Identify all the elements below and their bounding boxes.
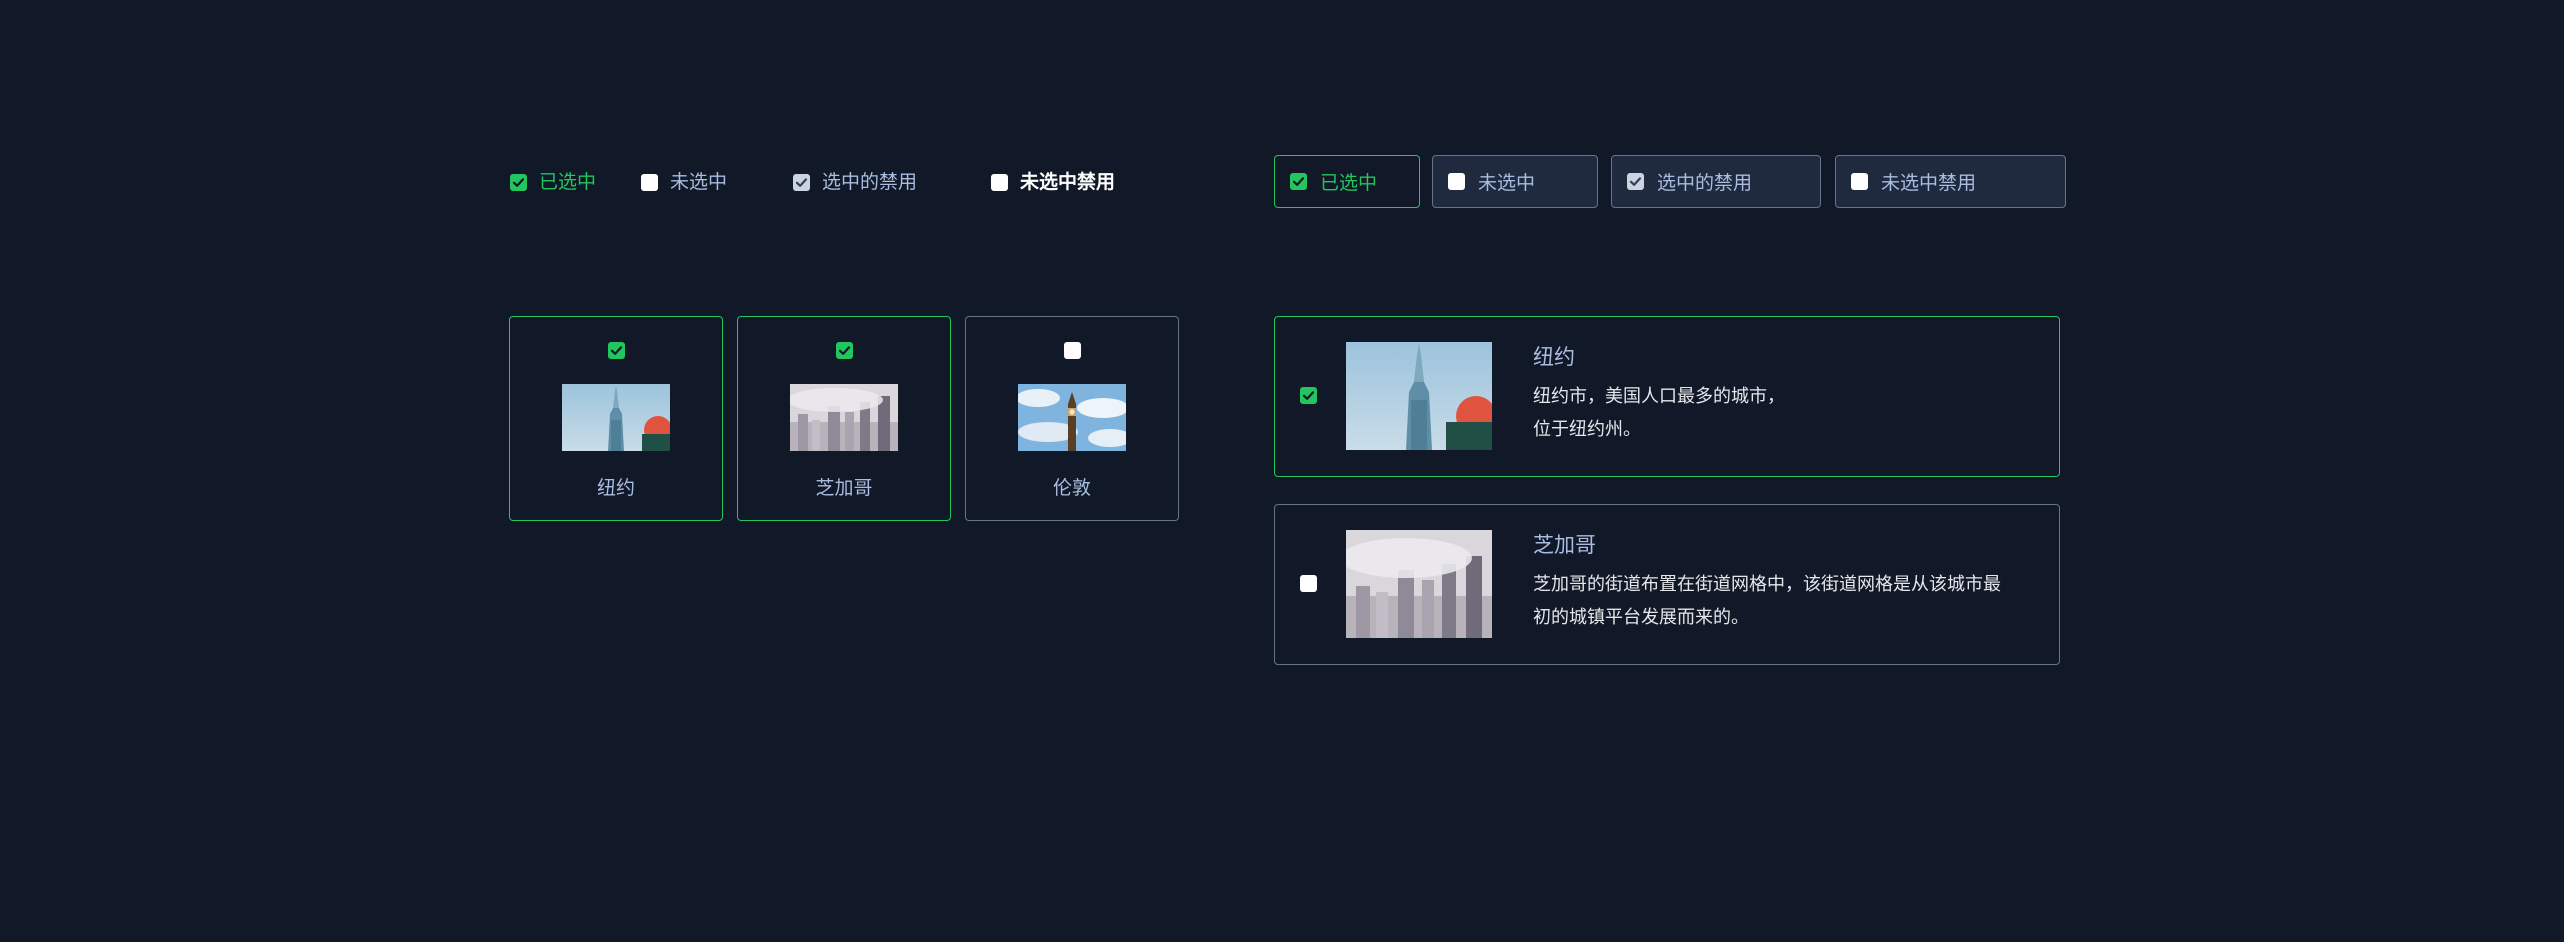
checkbox-unchecked-icon[interactable] <box>1448 173 1465 190</box>
checkbox-checked-icon[interactable] <box>608 342 625 359</box>
list-card-chicago[interactable]: 芝加哥 芝加哥的街道布置在街道网格中，该街道网格是从该城市最 初的城镇平台发展而… <box>1274 504 2060 665</box>
checkbox-label: 未选中禁用 <box>1881 172 1977 194</box>
description-line: 纽约市，美国人口最多的城市， <box>1533 386 1785 407</box>
london-photo <box>1018 384 1126 451</box>
checkbox-checked-disabled: 选中的禁用 <box>793 172 917 192</box>
list-card-title: 纽约 <box>1533 345 1575 369</box>
checkbox-checked-icon[interactable] <box>510 173 527 191</box>
checkbox-demo-page: 已选中 未选中 选中的禁用 未选中禁用 已选中 未选中 选中的禁用 未选中禁用 <box>0 0 2564 942</box>
bordered-checkbox-unchecked-disabled: 未选中禁用 <box>1835 155 2066 208</box>
list-card-title: 芝加哥 <box>1533 533 1596 557</box>
checkbox-checked-disabled-icon <box>793 173 810 191</box>
description-line: 初的城镇平台发展而来的。 <box>1533 607 1749 628</box>
image-card-label: 芝加哥 <box>815 477 873 499</box>
bordered-checkbox-unchecked[interactable]: 未选中 <box>1432 155 1598 208</box>
checkbox-label: 未选中 <box>1478 172 1536 194</box>
image-card-label: 伦敦 <box>1052 477 1091 499</box>
description-line: 位于纽约州。 <box>1533 419 1641 440</box>
bordered-checkbox-checked[interactable]: 已选中 <box>1274 155 1420 208</box>
image-card-new-york[interactable]: 纽约 <box>509 316 723 521</box>
checkbox-unchecked-icon[interactable] <box>641 173 658 191</box>
bordered-checkbox-checked-disabled: 选中的禁用 <box>1611 155 1821 208</box>
checkbox-checked[interactable]: 已选中 <box>510 172 596 192</box>
checkbox-unchecked-disabled-icon <box>991 173 1008 191</box>
checkbox-checked-icon[interactable] <box>836 342 853 359</box>
checkbox-checked-disabled-icon <box>1627 173 1644 190</box>
checkbox-label: 已选中 <box>539 171 597 193</box>
checkbox-label: 未选中 <box>670 171 728 193</box>
checkbox-unchecked[interactable]: 未选中 <box>641 172 727 192</box>
checkbox-unchecked-disabled: 未选中禁用 <box>991 172 1115 192</box>
chicago-photo <box>790 384 898 451</box>
image-card-london[interactable]: 伦敦 <box>965 316 1179 521</box>
chicago-photo <box>1346 530 1492 638</box>
new-york-photo <box>1346 342 1492 450</box>
list-card-description: 纽约市，美国人口最多的城市， 位于纽约州。 <box>1533 380 2033 446</box>
checkbox-label: 选中的禁用 <box>822 171 918 193</box>
new-york-photo <box>562 384 670 451</box>
image-card-label: 纽约 <box>596 477 635 499</box>
checkbox-checked-icon[interactable] <box>1300 387 1317 404</box>
checkbox-unchecked-disabled-icon <box>1851 173 1868 190</box>
checkbox-checked-icon[interactable] <box>1290 173 1307 190</box>
checkbox-label: 选中的禁用 <box>1657 172 1753 194</box>
checkbox-unchecked-icon[interactable] <box>1300 575 1317 592</box>
list-card-description: 芝加哥的街道布置在街道网格中，该街道网格是从该城市最 初的城镇平台发展而来的。 <box>1533 568 2033 634</box>
description-line: 芝加哥的街道布置在街道网格中，该街道网格是从该城市最 <box>1533 574 2001 595</box>
checkbox-unchecked-icon[interactable] <box>1064 342 1081 359</box>
list-card-new-york[interactable]: 纽约 纽约市，美国人口最多的城市， 位于纽约州。 <box>1274 316 2060 477</box>
checkbox-label: 已选中 <box>1320 172 1378 194</box>
checkbox-label: 未选中禁用 <box>1020 171 1116 193</box>
image-card-chicago[interactable]: 芝加哥 <box>737 316 951 521</box>
